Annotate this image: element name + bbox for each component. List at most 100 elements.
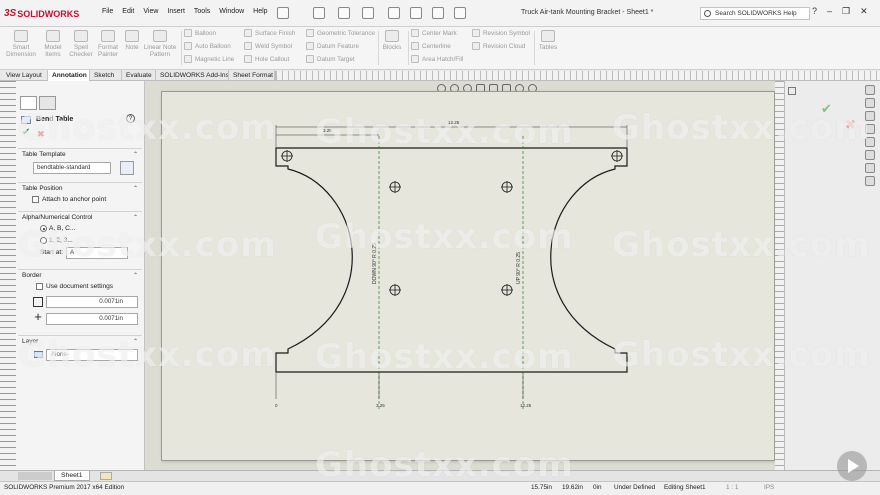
bend-note-left[interactable]: DOWN 90° R 0.25 (372, 243, 378, 284)
attach-anchor-checkbox[interactable] (32, 196, 39, 203)
confirm-corner-x-icon[interactable]: ✖ (845, 117, 856, 133)
ordinate-label-2[interactable]: 12.25 (520, 403, 532, 408)
chevron-up-icon[interactable]: ⌃ (133, 338, 138, 345)
format-painter-tool[interactable]: Format Painter (95, 30, 121, 58)
menu-help[interactable]: Help (253, 8, 267, 15)
chevron-up-icon[interactable]: ⌃ (133, 214, 138, 221)
alpha-radio[interactable] (40, 225, 47, 232)
play-icon[interactable] (837, 451, 867, 481)
template-field[interactable]: bendtable-standard (33, 162, 111, 174)
view-palette-icon[interactable] (865, 124, 875, 134)
section-header[interactable]: Layer (22, 338, 38, 345)
tab-sheet1[interactable]: Sheet1 (54, 471, 90, 481)
cancel-x-icon[interactable]: ✖ (37, 129, 45, 139)
tab-sheet-format[interactable]: Sheet Format (229, 70, 275, 81)
pin-icon[interactable] (277, 7, 289, 19)
menu-tools[interactable]: Tools (194, 8, 210, 15)
surface-finish-tool[interactable]: Surface Finish (244, 29, 295, 37)
browse-template-icon[interactable] (120, 161, 134, 175)
help-icon[interactable]: ? (126, 114, 135, 123)
linear-note-pattern-tool[interactable]: Linear Note Pattern (143, 30, 177, 58)
centerline-tool[interactable]: Centerline (411, 42, 451, 50)
spell-checker-tool[interactable]: Spell Checker (68, 30, 94, 58)
layer-select[interactable]: -None- (46, 349, 138, 361)
menu-view[interactable]: View (143, 8, 158, 15)
dimension-partial-label[interactable]: 3.25 (323, 128, 332, 133)
configuration-tab-icon[interactable] (39, 96, 56, 110)
rebuild-icon[interactable] (432, 7, 444, 19)
close-button[interactable]: ✕ (860, 6, 868, 17)
hole-callout-tool[interactable]: Hole Callout (244, 55, 289, 63)
area-hatch-tool[interactable]: Area Hatch/Fill (411, 55, 463, 63)
border-width-select[interactable]: 0.0071in (46, 296, 138, 308)
inner-border-width-select[interactable]: 0.0071in (46, 313, 138, 325)
tab-annotation[interactable]: Annotation (48, 70, 90, 81)
toolbox-icon[interactable] (865, 163, 875, 173)
pane-pin-icon[interactable] (788, 87, 796, 95)
new-document-icon[interactable] (313, 7, 325, 19)
file-explorer-icon[interactable] (865, 111, 875, 121)
ordinate-label-1[interactable]: 3.25 (376, 403, 385, 408)
custom-properties-icon[interactable] (865, 150, 875, 160)
drawing-canvas[interactable]: 12.25 3.25 DOWN 90° R 0.25 UP 90° R 0.25… (145, 81, 775, 470)
datum-target-tool[interactable]: Datum Target (306, 55, 355, 63)
restore-button[interactable]: ❐ (842, 6, 850, 17)
add-sheet-icon[interactable] (100, 472, 112, 480)
smart-dimension-tool[interactable]: Smart Dimension (6, 30, 36, 58)
model-items-tool[interactable]: Model Items (40, 30, 66, 58)
search-input[interactable]: Search SOLIDWORKS Help (700, 7, 810, 20)
magnetic-line-tool[interactable]: Magnetic Line (184, 55, 234, 63)
options-icon[interactable] (454, 7, 466, 19)
section-header[interactable]: Border (22, 272, 42, 279)
tab-evaluate[interactable]: Evaluate (122, 70, 156, 81)
numeric-radio[interactable] (40, 237, 47, 244)
balloon-tool[interactable]: Balloon (184, 29, 216, 37)
tables-tool[interactable]: Tables (537, 30, 559, 51)
ordinate-label-0[interactable]: 0 (275, 403, 278, 408)
solidworks-logo[interactable]: 3S SOLIDWORKS (4, 6, 79, 21)
dimension-overall-label[interactable]: 12.25 (448, 120, 460, 125)
menu-insert[interactable]: Insert (167, 8, 185, 15)
weld-symbol-tool[interactable]: Weld Symbol (244, 42, 292, 50)
menu-window[interactable]: Window (219, 8, 244, 15)
undo-icon[interactable] (388, 7, 400, 19)
open-icon[interactable] (338, 7, 350, 19)
bend-note-right[interactable]: UP 90° R 0.25 (516, 252, 522, 284)
start-at-input[interactable]: A (66, 247, 128, 259)
chevron-up-icon[interactable]: ⌃ (133, 272, 138, 279)
sheet-navigation[interactable] (18, 472, 52, 480)
print-icon[interactable] (362, 7, 374, 19)
design-library-icon[interactable] (865, 98, 875, 108)
section-header[interactable]: Table Template (22, 151, 66, 158)
chevron-up-icon[interactable]: ⌃ (133, 151, 138, 158)
ok-check-icon[interactable]: ✔ (22, 128, 30, 138)
section-header[interactable]: Alpha/Numerical Control (22, 214, 92, 221)
confirm-corner-check-icon[interactable]: ✔ (821, 101, 832, 117)
datum-feature-tool[interactable]: Datum Feature (306, 42, 359, 50)
geometric-tolerance-tool[interactable]: Geometric Tolerance (306, 29, 375, 37)
tab-sketch[interactable]: Sketch (90, 70, 122, 81)
help-button[interactable]: ? (812, 6, 817, 17)
property-manager-tab-icon[interactable] (20, 96, 37, 110)
appearances-icon[interactable] (865, 137, 875, 147)
auto-balloon-tool[interactable]: Auto Balloon (184, 42, 231, 50)
auto-balloon-icon (184, 42, 192, 50)
revision-symbol-tool[interactable]: Revision Symbol (472, 29, 530, 37)
minimize-button[interactable]: – (827, 6, 832, 17)
solidworks-resources-icon[interactable] (865, 85, 875, 95)
blocks-tool[interactable]: Blocks (381, 30, 403, 51)
section-header[interactable]: Table Position (22, 185, 62, 192)
menu-file[interactable]: File (102, 8, 113, 15)
center-mark-tool[interactable]: Center Mark (411, 29, 457, 37)
forum-icon[interactable] (865, 176, 875, 186)
unit-system[interactable]: IPS (764, 484, 774, 491)
menu-edit[interactable]: Edit (122, 8, 134, 15)
tab-solidworks-add-ins[interactable]: SOLIDWORKS Add-Ins (156, 70, 229, 81)
tab-view-layout[interactable]: View Layout (2, 70, 48, 81)
revision-cloud-tool[interactable]: Revision Cloud (472, 42, 525, 50)
note-tool[interactable]: Note (123, 30, 141, 51)
sheet-scale[interactable]: 1 : 1 (726, 484, 738, 491)
use-document-settings-checkbox[interactable] (36, 283, 43, 290)
select-icon[interactable] (410, 7, 422, 19)
chevron-up-icon[interactable]: ⌃ (133, 185, 138, 192)
